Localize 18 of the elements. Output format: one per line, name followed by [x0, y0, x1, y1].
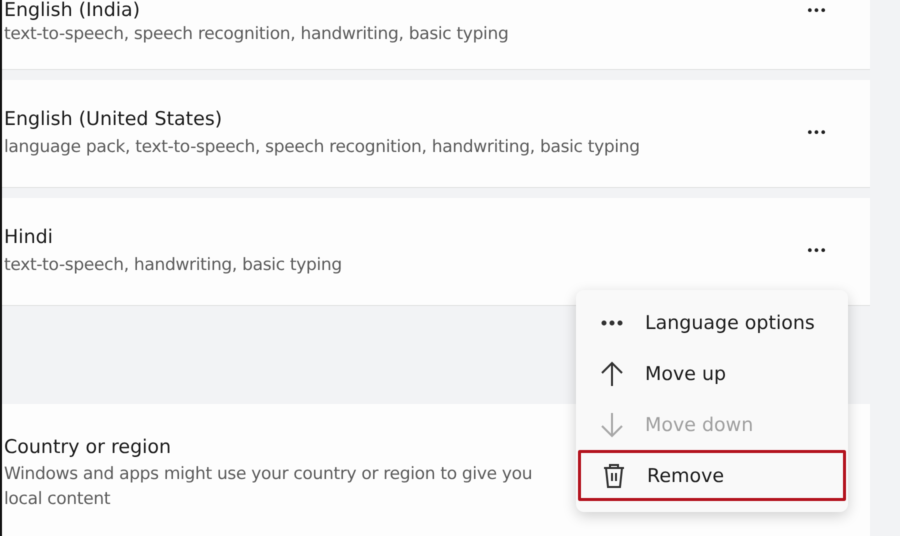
region-title: Country or region: [4, 435, 172, 459]
more-options-button[interactable]: •••: [802, 240, 830, 263]
arrow-down-icon: [599, 412, 625, 438]
more-options-button[interactable]: •••: [802, 122, 830, 145]
region-description: Windows and apps might use your country or region to give you local content: [4, 463, 534, 511]
arrow-up-icon: [599, 360, 625, 386]
language-features: text-to-speech, handwriting, basic typing: [4, 254, 343, 277]
menu-item[interactable]: Remove: [578, 450, 846, 501]
ellipsis-icon: [599, 320, 625, 326]
language-features: language pack, text-to-speech, speech recognition, handwriting, basic typing: [4, 136, 641, 159]
menu-item[interactable]: Language options: [576, 297, 848, 348]
language-name: Hindi: [4, 225, 54, 249]
trash-icon: [601, 464, 627, 488]
language-name: English (India): [4, 0, 142, 21]
menu-item[interactable]: Move up: [576, 348, 848, 399]
more-options-button[interactable]: •••: [802, 0, 830, 23]
language-features: text-to-speech, speech recognition, handwriting, basic typing: [4, 23, 510, 46]
language-name: English (United States): [4, 107, 224, 131]
